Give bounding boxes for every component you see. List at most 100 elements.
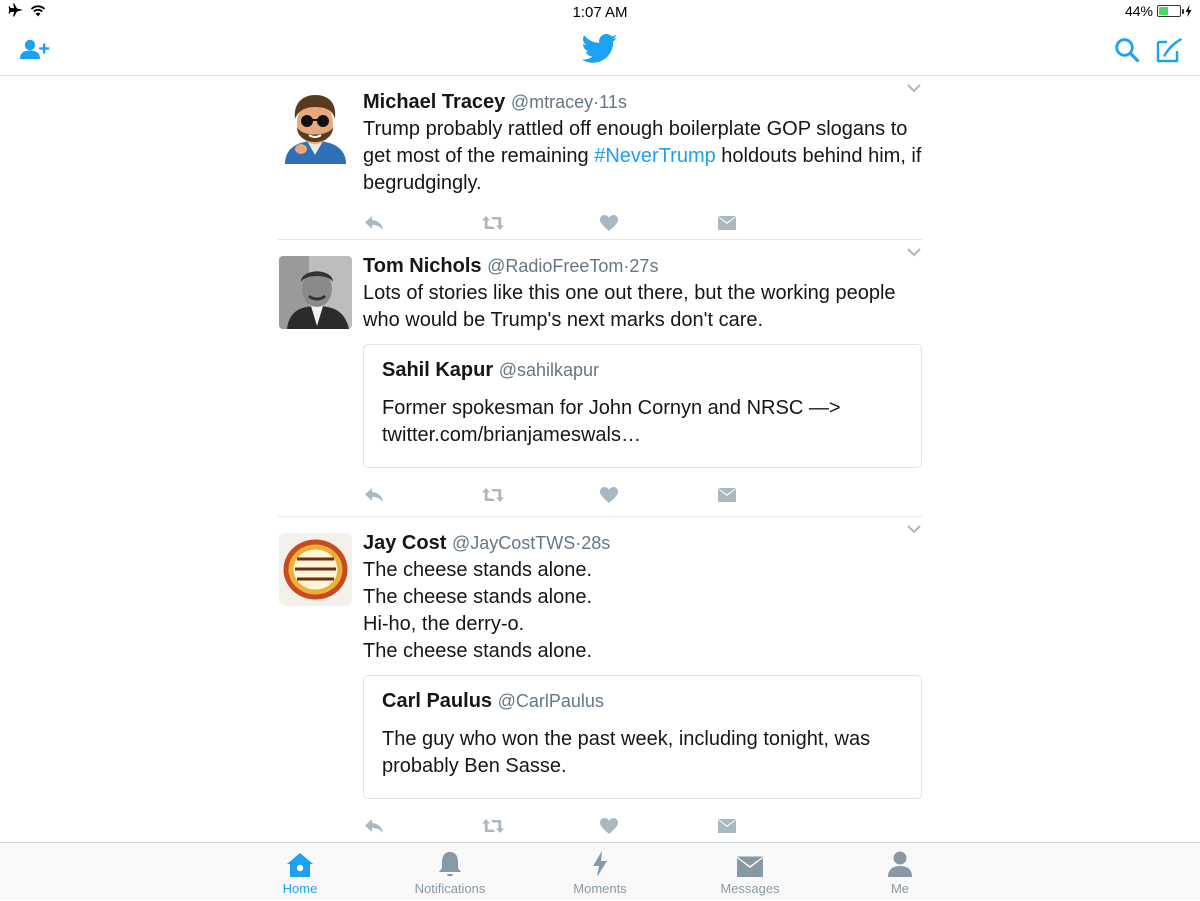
avatar[interactable]: [279, 91, 352, 164]
tweet-actions: [363, 479, 922, 511]
photo-avatar-image: [279, 256, 352, 329]
battery-icon: [1157, 5, 1184, 17]
tweet-header: Michael Tracey @mtracey·11s: [363, 89, 922, 115]
author-handle[interactable]: @JayCostTWS: [452, 533, 575, 553]
tweet-body: Michael Tracey @mtracey·11s Trump probab…: [363, 76, 922, 239]
tweet-text: The cheese stands alone. The cheese stan…: [363, 559, 593, 662]
quoted-tweet-header: Sahil Kapur @sahilkapur: [382, 357, 903, 383]
search-icon: [1115, 38, 1140, 63]
retweet-icon: [482, 488, 504, 502]
quoted-tweet-text: The guy who won the past week, including…: [382, 728, 871, 777]
tab-label: Messages: [720, 881, 780, 896]
bell-icon: [439, 852, 461, 877]
tweet-text: Trump probably rattled off enough boiler…: [363, 116, 922, 197]
quoted-author-handle: @sahilkapur: [498, 360, 600, 380]
tweet-text: Lots of stories like this one out there,…: [363, 282, 896, 331]
status-time: 1:07 AM: [572, 4, 628, 21]
envelope-icon: [718, 818, 736, 833]
tweet-actions: [363, 810, 922, 842]
tweet-body: Tom Nichols @RadioFreeTom·27s Lots of st…: [363, 240, 922, 511]
author-name[interactable]: Michael Tracey: [363, 91, 505, 113]
direct-message-button[interactable]: [717, 479, 835, 511]
like-button[interactable]: [599, 479, 717, 511]
retweet-button[interactable]: [481, 810, 599, 842]
tweet-body: Jay Cost @JayCostTWS·28s The cheese stan…: [363, 517, 922, 842]
twitter-logo: [581, 34, 618, 66]
tab-notifications[interactable]: Notifications: [390, 843, 510, 901]
tab-label: Me: [890, 881, 910, 896]
envelope-icon: [737, 856, 763, 877]
search-button[interactable]: [1110, 34, 1144, 66]
direct-message-button[interactable]: [717, 810, 835, 842]
quoted-tweet-header: Carl Paulus @CarlPaulus: [382, 688, 903, 714]
envelope-icon: [718, 215, 736, 230]
hashtag-link[interactable]: #NeverTrump: [594, 145, 716, 167]
tab-messages[interactable]: Messages: [690, 843, 810, 901]
tab-me[interactable]: Me: [840, 843, 960, 901]
tweet-actions: [363, 207, 922, 239]
tweet-card[interactable]: Jay Cost @JayCostTWS·28s The cheese stan…: [278, 517, 922, 842]
tab-label: Home: [282, 881, 318, 896]
author-handle[interactable]: @RadioFreeTom: [487, 256, 623, 276]
quoted-author-name: Sahil Kapur: [382, 359, 494, 381]
add-user-icon: [20, 39, 50, 59]
envelope-icon: [718, 487, 736, 502]
battery-percent: 44%: [1124, 3, 1153, 19]
heart-icon: [600, 818, 618, 834]
nav-bar: [0, 24, 1200, 76]
tweet-header: Tom Nichols @RadioFreeTom·27s: [363, 253, 922, 279]
tab-home[interactable]: Home: [240, 843, 360, 901]
chevron-down-icon[interactable]: [906, 523, 922, 535]
like-button[interactable]: [599, 207, 717, 239]
tab-label: Moments: [573, 881, 627, 896]
tab-bar: Home Notifications Moments Messages Me: [0, 842, 1200, 900]
avatar[interactable]: [279, 533, 352, 606]
quoted-author-name: Carl Paulus: [382, 690, 493, 712]
retweet-icon: [482, 819, 504, 833]
tweet-card[interactable]: Tom Nichols @RadioFreeTom·27s Lots of st…: [278, 240, 922, 517]
compose-button[interactable]: [1152, 34, 1186, 66]
person-icon: [888, 851, 912, 877]
add-user-button[interactable]: [18, 34, 52, 66]
tweet-card[interactable]: Michael Tracey @mtracey·11s Trump probab…: [278, 76, 922, 240]
retweet-icon: [482, 216, 504, 230]
chevron-down-icon[interactable]: [906, 246, 922, 258]
lightning-icon: [593, 851, 607, 877]
retweet-button[interactable]: [481, 479, 599, 511]
author-name[interactable]: Jay Cost: [363, 532, 446, 554]
heart-icon: [600, 215, 618, 231]
author-handle[interactable]: @mtracey: [511, 92, 593, 112]
reply-button[interactable]: [363, 810, 481, 842]
badge-avatar-image: [279, 533, 352, 606]
timestamp: 11s: [599, 92, 627, 112]
retweet-button[interactable]: [481, 207, 599, 239]
quoted-tweet[interactable]: Carl Paulus @CarlPaulus The guy who won …: [363, 675, 922, 799]
home-icon: [287, 853, 313, 877]
tweet-header: Jay Cost @JayCostTWS·28s: [363, 530, 922, 556]
chevron-down-icon[interactable]: [906, 82, 922, 94]
quoted-tweet[interactable]: Sahil Kapur @sahilkapur Former spokesman…: [363, 344, 922, 468]
cartoon-avatar-image: [279, 91, 352, 164]
tab-moments[interactable]: Moments: [540, 843, 660, 901]
twitter-bird-icon: [581, 34, 618, 63]
timestamp: 27s: [629, 256, 659, 276]
timestamp: 28s: [581, 533, 611, 553]
reply-icon: [365, 216, 383, 230]
timeline[interactable]: Michael Tracey @mtracey·11s Trump probab…: [278, 76, 922, 842]
reply-button[interactable]: [363, 479, 481, 511]
quoted-author-handle: @CarlPaulus: [497, 691, 604, 711]
reply-button[interactable]: [363, 207, 481, 239]
like-button[interactable]: [599, 810, 717, 842]
heart-icon: [600, 487, 618, 503]
avatar[interactable]: [279, 256, 352, 329]
tab-label: Notifications: [414, 881, 486, 896]
compose-icon: [1156, 38, 1182, 63]
reply-icon: [365, 488, 383, 502]
direct-message-button[interactable]: [717, 207, 835, 239]
status-right: 44%: [1125, 3, 1192, 19]
author-name[interactable]: Tom Nichols: [363, 255, 482, 277]
battery-fill: [1159, 7, 1168, 15]
status-bar: 1:07 AM 44%: [0, 0, 1200, 24]
quoted-tweet-text: Former spokesman for John Cornyn and NRS…: [382, 397, 841, 446]
charging-icon: [1185, 5, 1192, 17]
